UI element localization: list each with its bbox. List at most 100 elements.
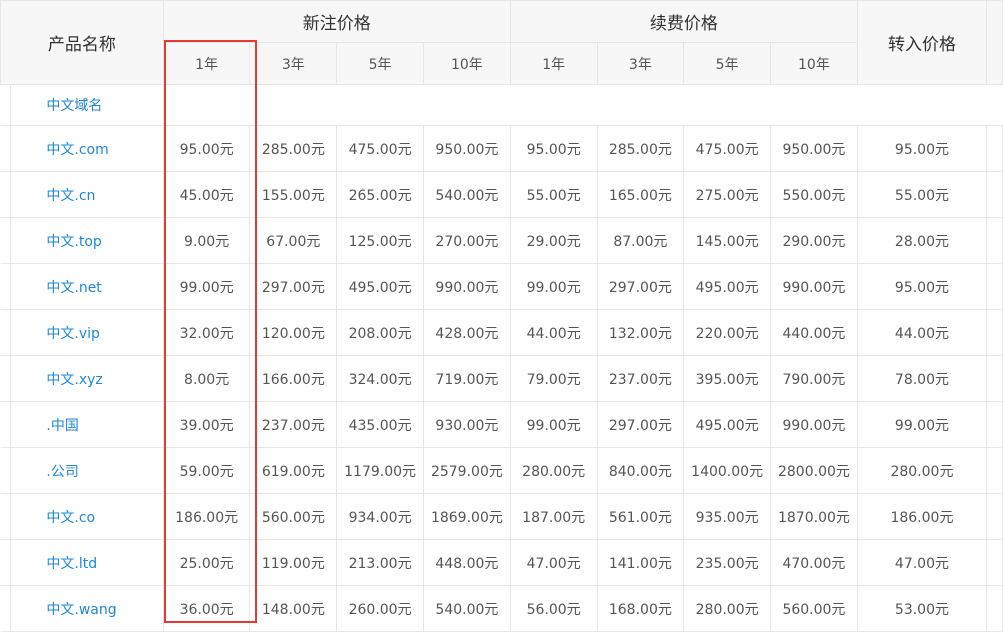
product-name-link[interactable]: .中国 [10, 401, 164, 448]
table-row: 中文.vip 32.00元 120.00元 208.00元 428.00元 44.00元 1… [0, 309, 1003, 356]
table-row: 中文.wang 36.00元 148.00元 260.00元 540.00元 56.00元… [0, 585, 1003, 632]
table-row: 中文.cn 45.00元 155.00元 265.00元 540.00元 55.00元 16… [0, 171, 1003, 218]
transfer-price-cell: 186.00元 [856, 493, 988, 540]
product-name-link[interactable]: 中文.wang [10, 585, 164, 632]
new-price-cell: 39.00元 [162, 401, 251, 448]
row-spacer [986, 585, 1003, 632]
new-price-cell: 166.00元 [249, 355, 338, 402]
group-label-link[interactable]: 中文域名 [10, 84, 164, 126]
new-price-cell: 9.00元 [162, 217, 251, 264]
renew-price-cell: 29.00元 [509, 217, 598, 264]
renew-price-cell: 297.00元 [596, 263, 685, 310]
new-price-cell: 8.00元 [162, 355, 251, 402]
new-price-cell: 930.00元 [423, 401, 511, 448]
product-name-link[interactable]: 中文.xyz [10, 355, 164, 402]
new-price-cell: 448.00元 [423, 539, 511, 586]
renew-price-cell: 561.00元 [596, 493, 685, 540]
header-renew-5y: 5年 [683, 42, 772, 85]
new-price-cell: 45.00元 [162, 171, 251, 218]
table-row: .中国 39.00元 237.00元 435.00元 930.00元 99.00元 297.… [0, 401, 1003, 448]
table-row: 中文.com 95.00元 285.00元 475.00元 950.00元 95.00元 2… [0, 125, 1003, 172]
new-price-cell: 155.00元 [249, 171, 338, 218]
renew-price-cell: 275.00元 [683, 171, 772, 218]
new-price-cell: 59.00元 [162, 447, 251, 494]
new-price-cell: 95.00元 [162, 125, 251, 172]
row-spacer [986, 401, 1003, 448]
row-lead [0, 171, 12, 218]
renew-price-cell: 440.00元 [770, 309, 858, 356]
transfer-price-cell: 280.00元 [856, 447, 988, 494]
new-price-cell: 560.00元 [249, 493, 338, 540]
renew-price-cell: 237.00元 [596, 355, 685, 402]
renew-price-cell: 141.00元 [596, 539, 685, 586]
renew-price-cell: 470.00元 [770, 539, 858, 586]
renew-price-cell: 55.00元 [509, 171, 598, 218]
new-price-cell: 1869.00元 [423, 493, 511, 540]
row-spacer [986, 217, 1003, 264]
row-spacer [986, 355, 1003, 402]
renew-price-cell: 44.00元 [509, 309, 598, 356]
header-spacer [986, 0, 1003, 85]
renew-price-cell: 495.00元 [683, 401, 772, 448]
new-price-cell: 2579.00元 [423, 447, 511, 494]
new-price-cell: 186.00元 [162, 493, 251, 540]
row-lead [0, 84, 12, 126]
renew-price-cell: 840.00元 [596, 447, 685, 494]
product-name-link[interactable]: .公司 [10, 447, 164, 494]
table-header: 产品名称 新注价格 续费价格 转入价格 1年 3年 5年 10年 1年 3年 5… [0, 0, 1003, 85]
renew-price-cell: 475.00元 [683, 125, 772, 172]
product-name-link[interactable]: 中文.vip [10, 309, 164, 356]
renew-price-cell: 950.00元 [770, 125, 858, 172]
new-price-cell: 540.00元 [423, 585, 511, 632]
row-spacer [986, 263, 1003, 310]
renew-price-cell: 132.00元 [596, 309, 685, 356]
row-lead [0, 309, 12, 356]
row-lead [0, 493, 12, 540]
product-name-link[interactable]: 中文.top [10, 217, 164, 264]
row-spacer [986, 539, 1003, 586]
product-name-link[interactable]: 中文.co [10, 493, 164, 540]
row-spacer [986, 309, 1003, 356]
renew-price-cell: 95.00元 [509, 125, 598, 172]
header-renewal: 续费价格 [509, 0, 858, 43]
header-renew-10y: 10年 [770, 42, 858, 85]
new-price-cell: 148.00元 [249, 585, 338, 632]
product-name-link[interactable]: 中文.net [10, 263, 164, 310]
table-row: 中文.ltd 25.00元 119.00元 213.00元 448.00元 47.00元 1… [0, 539, 1003, 586]
row-spacer [986, 447, 1003, 494]
renew-price-cell: 790.00元 [770, 355, 858, 402]
table-row: .公司 59.00元 619.00元 1179.00元 2579.00元 280.00元 8… [0, 447, 1003, 494]
new-price-cell: 619.00元 [249, 447, 338, 494]
product-name-link[interactable]: 中文.ltd [10, 539, 164, 586]
header-new-registration: 新注价格 [162, 0, 511, 43]
header-transfer: 转入价格 [856, 0, 988, 85]
new-price-cell: 25.00元 [162, 539, 251, 586]
transfer-price-cell: 55.00元 [856, 171, 988, 218]
row-spacer [986, 171, 1003, 218]
new-price-cell: 208.00元 [336, 309, 424, 356]
table-row: 中文.co 186.00元 560.00元 934.00元 1869.00元 187.00… [0, 493, 1003, 540]
renew-price-cell: 56.00元 [509, 585, 598, 632]
renew-price-cell: 165.00元 [596, 171, 685, 218]
new-price-cell: 67.00元 [249, 217, 338, 264]
renew-price-cell: 99.00元 [509, 401, 598, 448]
row-spacer [986, 125, 1003, 172]
renew-price-cell: 990.00元 [770, 401, 858, 448]
transfer-price-cell: 99.00元 [856, 401, 988, 448]
new-price-cell: 36.00元 [162, 585, 251, 632]
product-name-link[interactable]: 中文.cn [10, 171, 164, 218]
new-price-cell: 297.00元 [249, 263, 338, 310]
group-row-spacer [163, 85, 1002, 126]
new-price-cell: 99.00元 [162, 263, 251, 310]
renew-price-cell: 280.00元 [683, 585, 772, 632]
transfer-price-cell: 95.00元 [856, 263, 988, 310]
new-price-cell: 120.00元 [249, 309, 338, 356]
product-name-link[interactable]: 中文.com [10, 125, 164, 172]
new-price-cell: 32.00元 [162, 309, 251, 356]
header-product-name: 产品名称 [0, 0, 164, 85]
renew-price-cell: 395.00元 [683, 355, 772, 402]
row-lead [0, 539, 12, 586]
transfer-price-cell: 95.00元 [856, 125, 988, 172]
new-price-cell: 125.00元 [336, 217, 424, 264]
table-row: 中文.top 9.00元 67.00元 125.00元 270.00元 29.00元 87.… [0, 217, 1003, 264]
